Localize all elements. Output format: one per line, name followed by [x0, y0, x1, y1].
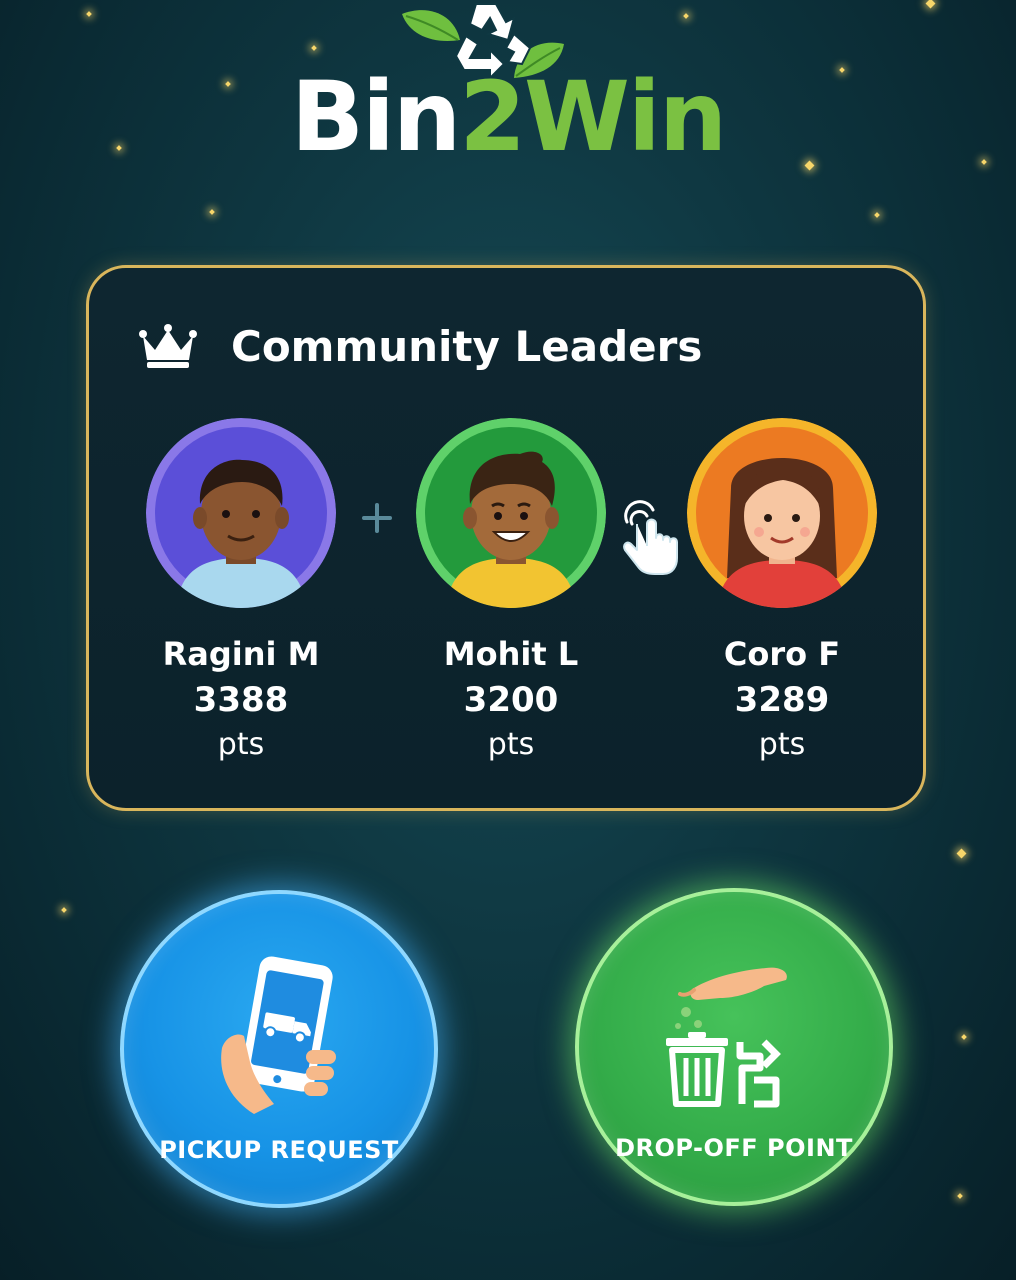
- drop-off-point-button[interactable]: DROP-OFF POINT: [575, 888, 893, 1206]
- avatar-image: [416, 418, 606, 608]
- leaderboard-title: Community Leaders: [231, 321, 703, 371]
- leader-name: Mohit L: [443, 635, 579, 673]
- leader-name: Ragini M: [162, 635, 320, 673]
- leader-points: 3289: [734, 680, 830, 720]
- leader-item[interactable]: Coro F 3289 pts: [657, 418, 907, 766]
- leader-item[interactable]: Ragini M 3388 pts: [116, 418, 366, 766]
- leader-points-unit: pts: [217, 727, 265, 762]
- hand-trash-bin-icon: [666, 967, 787, 1108]
- sparkle-decoration: [874, 212, 880, 218]
- leaderboard-header: Community Leaders: [139, 316, 702, 376]
- app-title-2win: 2Win: [459, 61, 727, 173]
- pickup-request-label: PICKUP REQUEST: [159, 1136, 399, 1164]
- avatar: [416, 418, 606, 608]
- sparkle-decoration: [961, 1034, 967, 1040]
- avatar-image: [687, 418, 877, 608]
- leader-points-unit: pts: [758, 727, 806, 762]
- sparkle-decoration: [209, 209, 215, 215]
- avatar: [146, 418, 336, 608]
- leader-points: 3200: [463, 680, 559, 720]
- sparkle-decoration: [61, 907, 67, 913]
- drop-off-point-label: DROP-OFF POINT: [615, 1134, 853, 1162]
- phone-truck-hand-icon: [221, 956, 336, 1114]
- sparkle-decoration: [957, 1193, 963, 1199]
- avatar-image: [146, 418, 336, 608]
- avatar: [687, 418, 877, 608]
- crown-icon: [139, 324, 197, 368]
- leaderboard-card: Community Leaders Ragini M 3388 pts Mohi…: [86, 265, 926, 811]
- app-title: Bin2Win: [0, 62, 1016, 172]
- app-title-bin: Bin: [290, 61, 461, 173]
- sparkle-decoration: [956, 848, 967, 859]
- app-logo: Bin2Win: [0, 0, 1016, 180]
- leader-name: Coro F: [723, 635, 841, 673]
- leader-points-unit: pts: [487, 727, 535, 762]
- leader-points: 3388: [193, 680, 289, 720]
- leader-item[interactable]: Mohit L 3200 pts: [386, 418, 636, 766]
- pickup-request-button[interactable]: PICKUP REQUEST: [120, 890, 438, 1208]
